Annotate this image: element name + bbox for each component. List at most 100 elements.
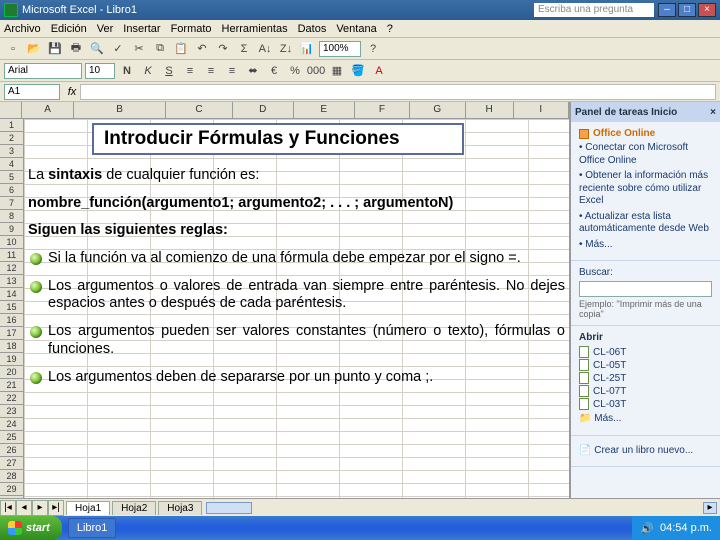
taskpane-link-1[interactable]: • Conectar con Microsoft Office Online	[579, 142, 712, 167]
task-pane-search-input[interactable]	[579, 281, 712, 297]
menu-insertar[interactable]: Insertar	[123, 23, 160, 35]
comma-icon[interactable]: 000	[307, 62, 325, 80]
row-header-14[interactable]: 14	[0, 288, 23, 301]
merge-icon[interactable]: ⬌	[244, 62, 262, 80]
font-size-box[interactable]: 10	[85, 63, 115, 79]
worksheet-grid[interactable]: ABCDEFGHI 123456789101112131415161718192…	[0, 102, 570, 498]
row-header-21[interactable]: 21	[0, 379, 23, 392]
more-files-link[interactable]: 📁 Más...	[579, 413, 712, 426]
row-header-23[interactable]: 23	[0, 405, 23, 418]
undo-icon[interactable]: ↶	[193, 40, 211, 58]
row-header-28[interactable]: 28	[0, 470, 23, 483]
hscroll-thumb[interactable]	[206, 502, 252, 514]
column-header-A[interactable]: A	[22, 102, 74, 118]
row-header-29[interactable]: 29	[0, 483, 23, 496]
sort-desc-icon[interactable]: Z↓	[277, 40, 295, 58]
spellcheck-icon[interactable]: ✓	[109, 40, 127, 58]
new-icon[interactable]: ▫	[4, 40, 22, 58]
taskpane-link-4[interactable]: • Más...	[579, 239, 712, 252]
font-name-box[interactable]: Arial	[4, 63, 82, 79]
row-header-18[interactable]: 18	[0, 340, 23, 353]
row-header-26[interactable]: 26	[0, 444, 23, 457]
cut-icon[interactable]: ✂	[130, 40, 148, 58]
row-header-20[interactable]: 20	[0, 366, 23, 379]
sheet-nav-prev-icon[interactable]: ◂	[16, 500, 32, 516]
row-header-1[interactable]: 1	[0, 119, 23, 132]
save-icon[interactable]: 💾	[46, 40, 64, 58]
align-right-icon[interactable]: ≡	[223, 62, 241, 80]
recent-file-1[interactable]: CL-06T	[579, 346, 712, 358]
sheet-nav-last-icon[interactable]: ▸|	[48, 500, 64, 516]
menu-edición[interactable]: Edición	[51, 23, 87, 35]
row-header-27[interactable]: 27	[0, 457, 23, 470]
font-color-icon[interactable]: A	[370, 62, 388, 80]
column-header-F[interactable]: F	[355, 102, 410, 118]
italic-icon[interactable]: K	[139, 62, 157, 80]
row-header-8[interactable]: 8	[0, 210, 23, 223]
percent-icon[interactable]: %	[286, 62, 304, 80]
menu-ver[interactable]: Ver	[97, 23, 114, 35]
close-button[interactable]: ×	[698, 3, 716, 17]
system-tray[interactable]: 🔊 04:54 p.m.	[632, 516, 720, 540]
column-header-B[interactable]: B	[74, 102, 166, 118]
align-center-icon[interactable]: ≡	[202, 62, 220, 80]
paste-icon[interactable]: 📋	[172, 40, 190, 58]
open-icon[interactable]: 📂	[25, 40, 43, 58]
start-button[interactable]: start	[0, 516, 62, 540]
menu-ventana[interactable]: Ventana	[336, 23, 376, 35]
name-box[interactable]: A1	[4, 84, 60, 100]
column-header-H[interactable]: H	[466, 102, 514, 118]
borders-icon[interactable]: ▦	[328, 62, 346, 80]
minimize-button[interactable]: –	[658, 3, 676, 17]
row-header-4[interactable]: 4	[0, 158, 23, 171]
print-icon[interactable]: 🖶	[67, 40, 85, 58]
column-header-C[interactable]: C	[166, 102, 233, 118]
fx-icon[interactable]: fx	[64, 86, 80, 98]
redo-icon[interactable]: ↷	[214, 40, 232, 58]
sort-asc-icon[interactable]: A↓	[256, 40, 274, 58]
taskbar-item-excel[interactable]: Libro1	[68, 518, 117, 538]
row-header-2[interactable]: 2	[0, 132, 23, 145]
sheet-tab-hoja2[interactable]: Hoja2	[112, 501, 156, 515]
bold-icon[interactable]: N	[118, 62, 136, 80]
menu-herramientas[interactable]: Herramientas	[222, 23, 288, 35]
chart-icon[interactable]: 📊	[298, 40, 316, 58]
hscroll-right-icon[interactable]: ▸	[703, 502, 717, 514]
row-header-17[interactable]: 17	[0, 327, 23, 340]
row-header-10[interactable]: 10	[0, 236, 23, 249]
sheet-tab-hoja1[interactable]: Hoja1	[66, 501, 110, 515]
row-header-19[interactable]: 19	[0, 353, 23, 366]
recent-file-3[interactable]: CL-25T	[579, 372, 712, 384]
column-header-G[interactable]: G	[410, 102, 465, 118]
taskpane-link-3[interactable]: • Actualizar esta lista automáticamente …	[579, 211, 712, 236]
new-workbook-link[interactable]: 📄 Crear un libro nuevo...	[579, 445, 712, 458]
autosum-icon[interactable]: Σ	[235, 40, 253, 58]
select-all-corner[interactable]	[0, 102, 22, 118]
row-header-16[interactable]: 16	[0, 314, 23, 327]
column-header-E[interactable]: E	[294, 102, 355, 118]
tray-icon[interactable]: 🔊	[640, 522, 654, 535]
menu-formato[interactable]: Formato	[171, 23, 212, 35]
horizontal-scrollbar[interactable]: ▸	[204, 501, 718, 515]
column-header-D[interactable]: D	[233, 102, 294, 118]
underline-icon[interactable]: S	[160, 62, 178, 80]
align-left-icon[interactable]: ≡	[181, 62, 199, 80]
sheet-nav-first-icon[interactable]: |◂	[0, 500, 16, 516]
menu-datos[interactable]: Datos	[298, 23, 327, 35]
zoom-box[interactable]: 100%	[319, 41, 361, 57]
recent-file-4[interactable]: CL-07T	[579, 385, 712, 397]
row-header-7[interactable]: 7	[0, 197, 23, 210]
menu-?[interactable]: ?	[387, 23, 393, 35]
maximize-button[interactable]: □	[678, 3, 696, 17]
row-header-30[interactable]: 30	[0, 496, 23, 498]
row-header-13[interactable]: 13	[0, 275, 23, 288]
cells-area[interactable]: Introducir Fórmulas y Funciones La sinta…	[24, 119, 569, 498]
row-header-5[interactable]: 5	[0, 171, 23, 184]
help-icon[interactable]: ?	[364, 40, 382, 58]
row-header-6[interactable]: 6	[0, 184, 23, 197]
fill-color-icon[interactable]: 🪣	[349, 62, 367, 80]
menu-archivo[interactable]: Archivo	[4, 23, 41, 35]
row-header-12[interactable]: 12	[0, 262, 23, 275]
recent-file-2[interactable]: CL-05T	[579, 359, 712, 371]
copy-icon[interactable]: ⧉	[151, 40, 169, 58]
